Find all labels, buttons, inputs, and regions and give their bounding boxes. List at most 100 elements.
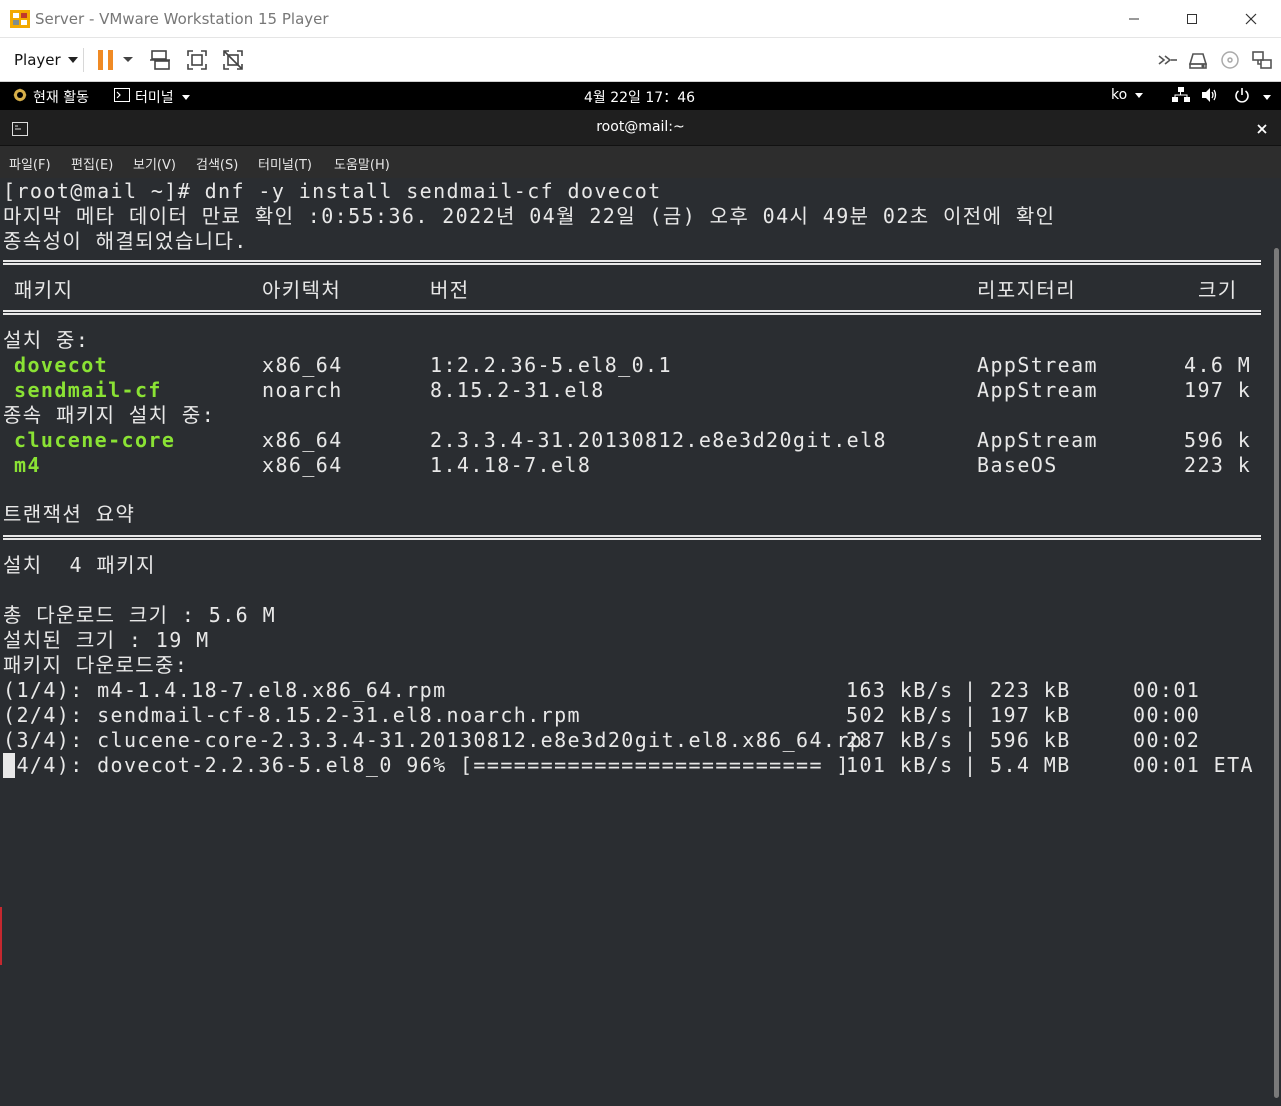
maximize-button[interactable]	[1163, 0, 1221, 38]
header-arch: 아키텍처	[262, 278, 342, 302]
header-size: 크기	[1198, 278, 1238, 302]
chevron-down-icon	[67, 57, 78, 63]
download-time: 00:01 ETA	[1133, 753, 1254, 777]
terminal-menubar: 파일(F) 편집(E) 보기(V) 검색(S) 터미널(T) 도움말(H)	[0, 146, 1281, 178]
package-arch: noarch	[262, 378, 343, 402]
hard-disk-icon[interactable]	[1184, 46, 1212, 74]
expand-toolbar-icon[interactable]	[1154, 46, 1182, 74]
package-repo: AppStream	[977, 353, 1098, 377]
summary-label: 트랜잭션 요약	[3, 502, 136, 526]
menu-search[interactable]: 검색(S)	[196, 154, 238, 173]
header-version: 버전	[430, 278, 470, 302]
download-sep: |	[964, 678, 978, 702]
gnome-top-bar: 현재 활동 터미널 4월 22일 17：46 ko	[0, 82, 1281, 110]
vmware-toolbar: Player	[0, 38, 1281, 82]
package-name: sendmail-cf	[14, 378, 162, 402]
system-menu[interactable]	[1172, 87, 1271, 107]
activities-icon	[12, 87, 28, 107]
package-repo: AppStream	[977, 378, 1098, 402]
deps-label: 종속 패키지 설치 중:	[3, 403, 216, 427]
package-size: 4.6 M	[1184, 353, 1252, 377]
package-repo: BaseOS	[977, 453, 1058, 477]
menu-terminal[interactable]: 터미널(T)	[258, 154, 312, 173]
scrollbar-thumb[interactable]	[1274, 248, 1279, 1098]
download-name: (1/4): m4-1.4.18-7.el8.x86_64.rpm	[3, 678, 447, 702]
download-speed: 163 kB/s	[846, 678, 954, 702]
package-name: m4	[14, 453, 41, 477]
download-sep: |	[964, 703, 978, 727]
total-download-size: 총 다운로드 크기 : 5.6 M	[3, 603, 277, 627]
header-repo: 리포지터리	[977, 278, 1076, 302]
downloading-label: 패키지 다운로드중:	[3, 653, 189, 677]
package-name: clucene-core	[14, 428, 176, 452]
download-progress-line: (4/4): dovecot-2.2.36-5.el8_0 96% [=====…	[3, 753, 850, 777]
pause-dropdown-button[interactable]	[118, 46, 138, 74]
activities-button[interactable]: 현재 활동	[12, 87, 89, 107]
command-line: [root@mail ~]# dnf -y install sendmail-c…	[3, 179, 662, 203]
download-time: 00:00	[1133, 703, 1201, 727]
toolbar-divider	[83, 48, 84, 72]
separator-line	[3, 535, 1261, 540]
package-version: 2.3.3.4-31.20130812.e8e3d20git.el8	[430, 428, 887, 452]
chevron-down-icon	[181, 94, 190, 100]
send-ctrl-alt-del-icon[interactable]	[146, 46, 174, 74]
menu-file[interactable]: 파일(F)	[9, 154, 51, 173]
terminal-output[interactable]: [root@mail ~]# dnf -y install sendmail-c…	[0, 178, 1273, 1106]
download-size: 197 kB	[990, 703, 1071, 727]
activities-label: 현재 활동	[33, 90, 89, 106]
power-icon	[1234, 87, 1250, 107]
network-icon	[1172, 87, 1190, 107]
menu-help[interactable]: 도움말(H)	[334, 154, 390, 173]
download-size: 5.4 MB	[990, 753, 1071, 777]
input-method-label: ko	[1111, 87, 1128, 103]
menu-view[interactable]: 보기(V)	[133, 154, 176, 173]
package-size: 197 k	[1184, 378, 1252, 402]
download-speed: 287 kB/s	[846, 728, 954, 752]
chevron-down-icon	[1263, 94, 1271, 100]
clock[interactable]: 4월 22일 17：46	[584, 87, 695, 107]
package-arch: x86_64	[262, 353, 343, 377]
download-name: (3/4): clucene-core-2.3.3.4-31.20130812.…	[3, 728, 864, 752]
terminal-title: root@mail:~	[596, 119, 685, 135]
summary-install: 설치 4 패키지	[3, 553, 156, 577]
terminal-scrollbar[interactable]	[1273, 178, 1281, 1106]
terminal-app-icon	[114, 88, 130, 106]
volume-icon	[1201, 87, 1219, 107]
package-version: 1.4.18-7.el8	[430, 453, 592, 477]
input-method-menu[interactable]: ko	[1111, 87, 1144, 103]
installing-label: 설치 중:	[3, 328, 90, 352]
player-menu-button[interactable]: Player	[6, 46, 86, 74]
terminal-app-menu[interactable]: 터미널	[114, 87, 190, 107]
vmware-titlebar: Server - VMware Workstation 15 Player	[0, 0, 1281, 38]
vmware-logo-icon	[10, 10, 30, 28]
download-time: 00:02	[1133, 728, 1201, 752]
package-arch: x86_64	[262, 428, 343, 452]
download-speed: 101 kB/s	[846, 753, 954, 777]
download-sep: |	[964, 728, 978, 752]
deps-resolved-line: 종속성이 해결되었습니다.	[3, 229, 248, 253]
cd-drive-icon[interactable]	[1216, 46, 1244, 74]
download-name: (2/4): sendmail-cf-8.15.2-31.el8.noarch.…	[3, 703, 581, 727]
terminal-close-button[interactable]	[1255, 121, 1269, 140]
package-version: 1:2.2.36-5.el8_0.1	[430, 353, 672, 377]
window-title: Server - VMware Workstation 15 Player	[35, 10, 329, 28]
fit-guest-icon[interactable]	[183, 46, 211, 74]
unity-mode-icon[interactable]	[219, 46, 247, 74]
network-adapter-icon[interactable]	[1248, 46, 1276, 74]
download-size: 223 kB	[990, 678, 1071, 702]
package-version: 8.15.2-31.el8	[430, 378, 605, 402]
terminal-app-label: 터미널	[135, 90, 174, 106]
package-repo: AppStream	[977, 428, 1098, 452]
pause-button[interactable]	[92, 46, 120, 74]
minimize-button[interactable]	[1105, 0, 1163, 38]
download-sep: |	[964, 753, 978, 777]
close-button[interactable]	[1222, 0, 1280, 38]
download-speed: 502 kB/s	[846, 703, 954, 727]
download-size: 596 kB	[990, 728, 1071, 752]
package-arch: x86_64	[262, 453, 343, 477]
separator-line	[3, 260, 1261, 265]
terminal-headerbar: root@mail:~	[0, 110, 1281, 146]
metadata-line: 마지막 메타 데이터 만료 확인 :0:55:36. 2022년 04월 22일…	[3, 204, 1056, 228]
menu-edit[interactable]: 편집(E)	[71, 154, 113, 173]
desktop-edge-marker	[0, 907, 2, 965]
